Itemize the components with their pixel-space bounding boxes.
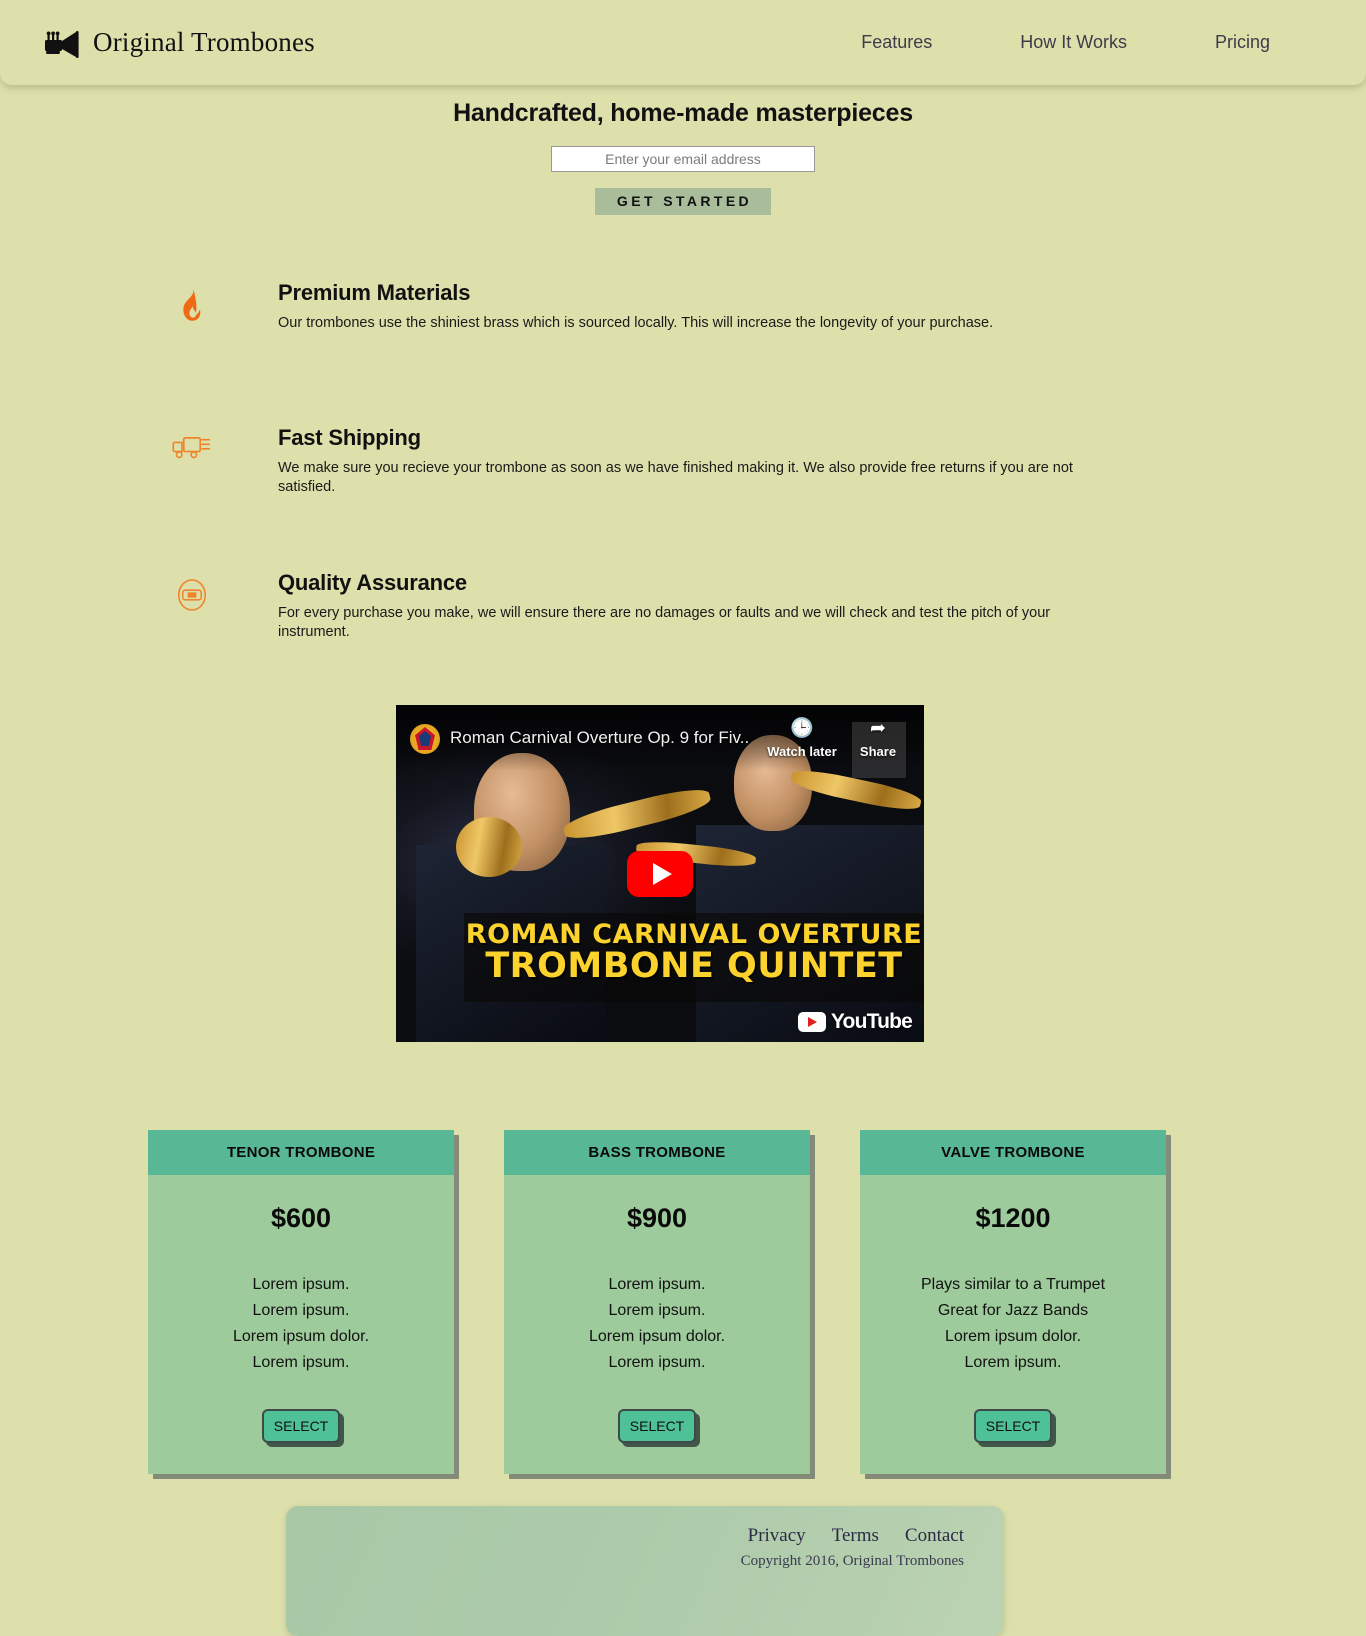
flame-icon — [163, 270, 221, 324]
list-item: Lorem ipsum. — [252, 1354, 350, 1371]
pricing-card-bass: BASS TROMBONE $900 Lorem ipsum. Lorem ip… — [504, 1130, 810, 1474]
video-top-bar: Roman Carnival Overture Op. 9 for Fiv... — [396, 705, 924, 771]
select-button-tenor[interactable]: SELECT — [262, 1409, 340, 1443]
pricing-section: TENOR TROMBONE $600 Lorem ipsum. Lorem i… — [148, 1130, 1166, 1474]
list-item: Lorem ipsum. — [608, 1276, 706, 1293]
feature-fast-shipping: Fast Shipping We make sure you recieve y… — [0, 415, 1366, 560]
feature-title: Quality Assurance — [278, 570, 467, 595]
feature-description: Our trombones use the shiniest brass whi… — [278, 315, 994, 331]
footer-link-contact[interactable]: Contact — [905, 1525, 964, 1547]
footer-copyright: Copyright 2016, Original Trombones — [740, 1553, 964, 1569]
nav-link-features[interactable]: Features — [857, 26, 936, 59]
pricing-card-title: TENOR TROMBONE — [148, 1130, 454, 1175]
channel-avatar[interactable] — [410, 724, 440, 754]
pricing-card-price: $600 — [270, 1203, 332, 1233]
list-item: Great for Jazz Bands — [937, 1302, 1089, 1319]
list-item: Lorem ipsum. — [252, 1302, 350, 1319]
feature-quality-assurance: Quality Assurance For every purchase you… — [0, 560, 1366, 705]
list-item: Lorem ipsum dolor. — [588, 1328, 726, 1345]
share-label: Share — [859, 743, 897, 759]
list-item: Lorem ipsum dolor. — [944, 1328, 1082, 1345]
pricing-card-title: VALVE TROMBONE — [860, 1130, 1166, 1175]
features-section: Premium Materials Our trombones use the … — [0, 270, 1366, 705]
pricing-card-price: $1200 — [975, 1203, 1051, 1233]
feature-description: We make sure you recieve your trombone a… — [278, 460, 1073, 495]
feature-description: For every purchase you make, we will ens… — [278, 605, 1051, 640]
pricing-feature-list: Lorem ipsum. Lorem ipsum. Lorem ipsum do… — [504, 1272, 810, 1376]
youtube-watermark-label: YouTube — [830, 1010, 913, 1033]
pricing-feature-list: Lorem ipsum. Lorem ipsum. Lorem ipsum do… — [148, 1272, 454, 1376]
site-header: Original Trombones Features How It Works… — [0, 0, 1366, 85]
footer-links: Privacy Terms Contact — [286, 1525, 964, 1547]
get-started-button[interactable]: GET STARTED — [595, 188, 771, 215]
list-item: Lorem ipsum dolor. — [232, 1328, 370, 1345]
list-item: Lorem ipsum. — [964, 1354, 1062, 1371]
pricing-feature-list: Plays similar to a Trumpet Great for Jaz… — [860, 1272, 1166, 1376]
pricing-card-tenor: TENOR TROMBONE $600 Lorem ipsum. Lorem i… — [148, 1130, 454, 1474]
play-icon[interactable] — [627, 850, 693, 897]
email-input[interactable] — [551, 146, 815, 172]
pricing-card-valve: VALVE TROMBONE $1200 Plays similar to a … — [860, 1130, 1166, 1474]
footer-link-privacy[interactable]: Privacy — [748, 1525, 806, 1547]
brand-logo-link[interactable]: Original Trombones — [43, 27, 315, 58]
list-item: Lorem ipsum. — [608, 1354, 706, 1371]
list-item: Lorem ipsum. — [252, 1276, 350, 1293]
clock-icon: 🕒 — [790, 718, 814, 739]
feature-title: Fast Shipping — [278, 425, 421, 450]
site-footer: Privacy Terms Contact Copyright 2016, Or… — [286, 1506, 1004, 1636]
quality-badge-icon — [163, 560, 221, 612]
main-navigation: Features How It Works Pricing — [857, 26, 1366, 59]
share-button[interactable]: ➦ Share — [848, 718, 908, 759]
youtube-watermark[interactable]: YouTube — [797, 1010, 913, 1034]
watch-later-button[interactable]: 🕒 Watch later — [766, 718, 838, 759]
select-button-bass[interactable]: SELECT — [618, 1409, 696, 1443]
pricing-card-title: BASS TROMBONE — [504, 1130, 810, 1175]
video-title[interactable]: Roman Carnival Overture Op. 9 for Fiv... — [450, 724, 750, 752]
watch-later-label: Watch later — [767, 743, 837, 759]
nav-link-pricing[interactable]: Pricing — [1211, 26, 1274, 59]
feature-premium-materials: Premium Materials Our trombones use the … — [0, 270, 1366, 415]
list-item: Lorem ipsum. — [608, 1302, 706, 1319]
youtube-logo-icon — [797, 1012, 826, 1032]
select-button-valve[interactable]: SELECT — [974, 1409, 1052, 1443]
thumbnail-caption: ROMAN CARNIVAL OVERTURE TROMBONE QUINTET — [464, 913, 924, 1002]
share-arrow-icon: ➦ — [870, 718, 886, 739]
brand-name: Original Trombones — [93, 27, 315, 57]
nav-link-how-it-works[interactable]: How It Works — [1016, 26, 1131, 59]
youtube-video-embed[interactable]: Roman Carnival Overture Op. 9 for Fiv...… — [396, 705, 924, 1042]
delivery-truck-icon — [163, 415, 221, 461]
page-title: Handcrafted, home-made masterpieces — [453, 99, 913, 127]
thumbnail-caption-line2: TROMBONE QUINTET — [485, 946, 903, 986]
list-item: Plays similar to a Trumpet — [920, 1276, 1106, 1293]
trumpet-icon — [43, 28, 83, 58]
pricing-card-price: $900 — [626, 1203, 688, 1233]
feature-title: Premium Materials — [278, 280, 471, 305]
hero-section: Handcrafted, home-made masterpieces GET … — [0, 85, 1366, 215]
footer-link-terms[interactable]: Terms — [832, 1525, 879, 1547]
